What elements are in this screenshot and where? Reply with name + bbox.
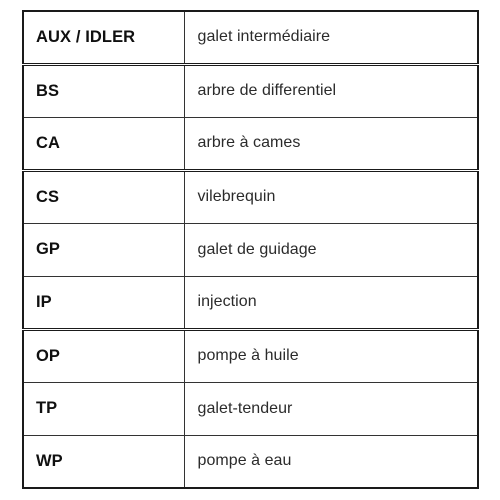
row-code-cell: CS [23, 170, 185, 224]
row-code-cell: AUX / IDLER [23, 11, 185, 66]
table-row: CA arbre à cames [23, 117, 478, 172]
abbreviation-legend-table: AUX / IDLER galet intermédiaire BS arbre… [22, 10, 479, 489]
row-description-cell: arbre de differentiel [184, 64, 478, 118]
row-code-cell: IP [23, 276, 185, 331]
row-description-cell: vilebrequin [184, 170, 478, 224]
table-row: WP pompe à eau [23, 435, 478, 488]
row-code-cell: CA [23, 117, 185, 172]
row-description-cell: galet intermédiaire [184, 11, 478, 66]
row-code-cell: OP [23, 329, 185, 383]
row-code-cell: BS [23, 64, 185, 118]
table-row: TP galet-tendeur [23, 382, 478, 436]
table-row: IP injection [23, 276, 478, 331]
row-description-cell: arbre à cames [184, 117, 478, 172]
page-root: AUX / IDLER galet intermédiaire BS arbre… [0, 0, 500, 500]
table-row: AUX / IDLER galet intermédiaire [23, 11, 478, 66]
row-description-cell: pompe à huile [184, 329, 478, 383]
row-description-cell: galet-tendeur [184, 382, 478, 436]
row-description-cell: pompe à eau [184, 435, 478, 488]
table-row: OP pompe à huile [23, 329, 478, 383]
table-row: CS vilebrequin [23, 170, 478, 224]
table-body: AUX / IDLER galet intermédiaire BS arbre… [23, 11, 478, 488]
table-row: GP galet de guidage [23, 223, 478, 277]
row-code-cell: WP [23, 435, 185, 488]
row-code-cell: TP [23, 382, 185, 436]
table-row: BS arbre de differentiel [23, 64, 478, 118]
row-code-cell: GP [23, 223, 185, 277]
row-description-cell: galet de guidage [184, 223, 478, 277]
row-description-cell: injection [184, 276, 478, 331]
